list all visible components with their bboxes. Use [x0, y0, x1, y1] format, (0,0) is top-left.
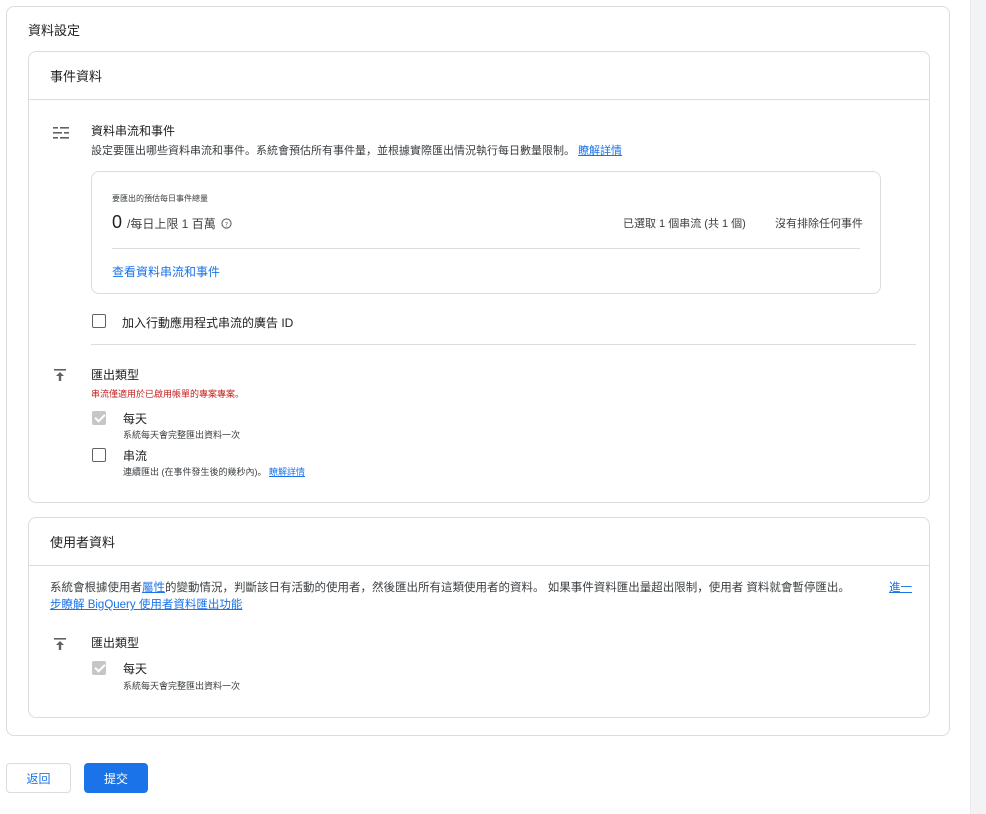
streams-description-text: 設定要匯出哪些資料串流和事件。系統會預估所有事件量，並根據實際匯出情況執行每日數… [91, 145, 575, 157]
daily-export-checkbox[interactable] [92, 411, 106, 425]
estimate-value-row: 0 /每日上限 1 百萬 ? [112, 212, 232, 233]
estimate-label: 要匯出的預估每日事件總量 [112, 194, 208, 203]
user-data-header: 使用者資料 [29, 518, 929, 566]
upload-icon [53, 368, 67, 382]
data-settings-title: 資料設定 [28, 23, 81, 38]
svg-text:?: ? [225, 220, 228, 228]
user-daily-export-label: 每天 [123, 662, 148, 676]
estimate-limit: /每日上限 1 百萬 [127, 217, 216, 231]
streaming-export-checkbox[interactable] [92, 448, 106, 462]
learn-more-link-line1[interactable]: 進一 [889, 580, 912, 597]
user-export-type-title: 匯出類型 [91, 636, 140, 650]
streaming-export-label: 串流 [123, 449, 148, 463]
event-data-section: 事件資料 資料串流和事件 設定要匯出哪些資料串流和事件。系統會預估所有事件量，並… [28, 51, 930, 503]
excluded-events-status: 沒有排除任何事件 [775, 218, 863, 230]
user-data-description: 系統會根據使用者屬性的變動情況，判斷該日有活動的使用者，然後匯出所有這類使用者的… [50, 580, 912, 614]
ad-id-label: 加入行動應用程式串流的廣告 ID [122, 316, 294, 330]
streaming-learn-more-link[interactable]: 瞭解詳情 [269, 467, 305, 477]
export-type-title: 匯出類型 [91, 368, 140, 382]
user-data-section: 使用者資料 系統會根據使用者屬性的變動情況，判斷該日有活動的使用者，然後匯出所有… [28, 517, 930, 718]
section-divider [91, 344, 916, 345]
streams-learn-more-link[interactable]: 瞭解詳情 [578, 145, 622, 157]
user-description-pre: 系統會根據使用者 [50, 582, 142, 594]
submit-button[interactable]: 提交 [84, 763, 148, 793]
estimate-box: 要匯出的預估每日事件總量 0 /每日上限 1 百萬 ? 已選取 1 個串流 (共… [91, 171, 881, 294]
help-circle-icon[interactable]: ? [221, 216, 232, 234]
filter-list-icon [53, 126, 69, 140]
selected-streams-count: 已選取 1 個串流 (共 1 個) [623, 218, 746, 230]
event-data-header: 事件資料 [29, 52, 929, 100]
streaming-export-description: 連續匯出 (在事件發生後的幾秒內)。 [123, 467, 267, 477]
estimate-divider [112, 248, 860, 249]
daily-export-label: 每天 [123, 412, 148, 426]
view-streams-events-link[interactable]: 查看資料串流和事件 [112, 263, 220, 280]
streams-events-title: 資料串流和事件 [91, 124, 176, 138]
attributes-link[interactable]: 屬性 [142, 582, 165, 594]
back-button[interactable]: 返回 [6, 763, 71, 793]
export-type-warning: 串流僅適用於已啟用帳單的專案專案。 [91, 389, 245, 399]
scrollbar-track[interactable] [970, 0, 986, 814]
upload-icon [53, 637, 67, 651]
user-daily-export-checkbox[interactable] [92, 661, 106, 675]
data-settings-card: 資料設定 事件資料 資料串流和事件 設定要匯出哪些資料串流和事件。系統會預估所有… [6, 6, 950, 736]
streaming-export-description-row: 連續匯出 (在事件發生後的幾秒內)。 瞭解詳情 [123, 465, 305, 478]
ad-id-checkbox[interactable] [92, 314, 106, 328]
user-description-post: 的變動情況，判斷該日有活動的使用者，然後匯出所有這類使用者的資料。 如果事件資料… [165, 582, 850, 594]
daily-export-description: 系統每天會完整匯出資料一次 [123, 430, 241, 440]
learn-more-link-line2[interactable]: 步瞭解 BigQuery 使用者資料匯出功能 [50, 599, 242, 611]
user-daily-export-description: 系統每天會完整匯出資料一次 [123, 681, 241, 691]
estimate-value: 0 [112, 212, 123, 232]
streams-events-description: 設定要匯出哪些資料串流和事件。系統會預估所有事件量，並根據實際匯出情況執行每日數… [91, 142, 622, 158]
